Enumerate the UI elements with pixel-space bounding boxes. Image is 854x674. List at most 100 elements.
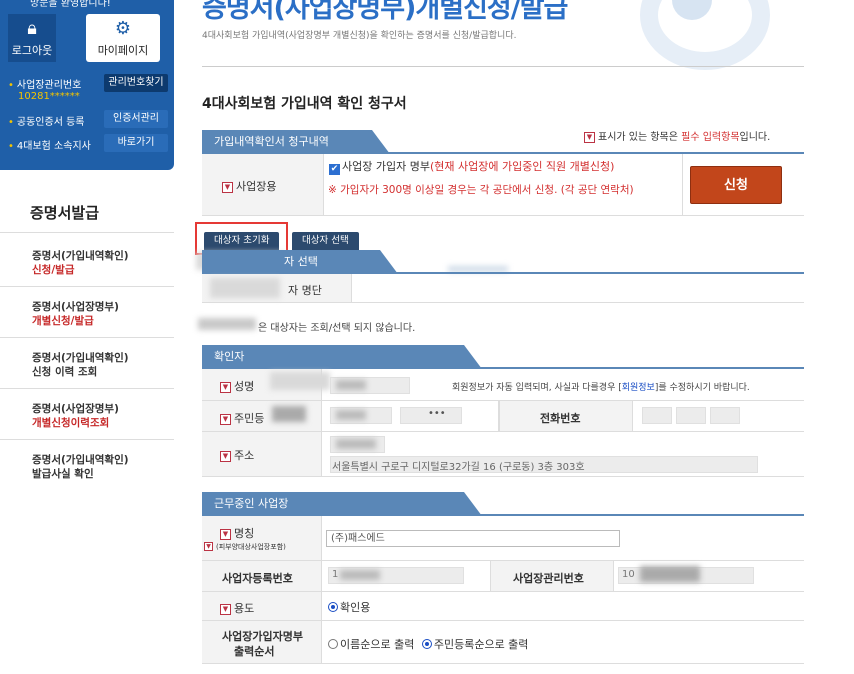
purpose-label-cell: ▼ 용도 (202, 592, 322, 620)
required-note-suffix: 입니다. (739, 132, 771, 143)
menu-item-line1: 증명서(가입내역확인) (32, 454, 129, 466)
name-note-suffix: ]를 수정하시기 바랍니다. (654, 383, 750, 393)
shortcut-button[interactable]: 바로가기 (104, 134, 168, 152)
workplace-no-value: 10281****** (18, 91, 80, 102)
workplace-name-input[interactable]: (주)패스에드 (326, 530, 620, 547)
required-icon: ▼ (220, 604, 231, 615)
mypage-button[interactable]: ⚙ 마이페이지 (86, 14, 160, 62)
confirmer-section-bar: 확인자 (202, 345, 482, 369)
rrn-label-text: 주민등 (234, 412, 265, 425)
large-company-warning: ※ 가입자가 300명 이상일 경우는 각 공단에서 신청. (각 공단 연락처… (328, 184, 634, 196)
menu-divider (0, 439, 174, 440)
find-no-button[interactable]: 관리번호찾기 (104, 74, 168, 92)
output-order-rrn-label: 주민등록순으로 출력 (433, 638, 529, 651)
workplace-name-label-cell: ▼ 명칭 ▼ (피부양대상사업장포함) (202, 516, 322, 560)
address-label: ▼ 주소 (220, 447, 254, 463)
menu-divider (0, 286, 174, 287)
workplace-name-sublabel: ▼ (피부양대상사업장포함) (204, 542, 286, 552)
form-title: 4대사회보험 가입내역 확인 청구서 (202, 96, 407, 112)
radio-unselected-icon[interactable] (328, 639, 338, 649)
logout-label: 로그아웃 (11, 44, 53, 57)
purpose-radio-label: 확인용 (340, 601, 371, 614)
tab-target-select[interactable]: 대상자 선택 (292, 232, 359, 250)
menu-title: 증명서발급 (30, 204, 100, 222)
usage-label: ▼ 사업장용 (222, 178, 276, 194)
member-info-link[interactable]: 회원정보 (622, 383, 655, 393)
menu-item-line2: 개별신청/발급 (32, 315, 94, 327)
checkbox-checked-icon[interactable]: ✔ (329, 164, 340, 175)
header-divider (202, 66, 804, 67)
menu-item-line2: 신청 이력 조회 (32, 366, 98, 378)
menu-item-cert-issue-check[interactable]: 증명서(가입내역확인) 발급사실 확인 (32, 453, 162, 481)
radio-selected-icon[interactable] (421, 639, 432, 649)
required-icon: ▼ (220, 414, 231, 425)
output-order-name-label: 이름순으로 출력 (340, 638, 415, 651)
roster-checkbox-row[interactable]: ✔ 사업장 가입자 명부(현재 사업장에 가입중인 직원 개별신청) (329, 158, 614, 175)
page-subtitle: 4대사회보험 가입내역(사업장명부 개별신청)을 확인하는 증명서를 신청/발급… (202, 31, 517, 41)
required-note-highlight: 필수 입력항목 (681, 132, 740, 143)
page: 방문을 환영합니다! 🔒︎ 로그아웃 ⚙ 마이페이지 • 사업장관리번호 1028… (0, 0, 854, 674)
rrn-label: ▼ 주민등 (220, 410, 264, 426)
menu-item-cert-roster-apply[interactable]: 증명서(사업장명부) 개별신청/발급 (32, 300, 162, 328)
mgmt-no-label: 사업장관리번호 (513, 572, 584, 585)
cert-manage-button[interactable]: 인증서관리 (104, 110, 168, 128)
blurred-region (270, 372, 330, 390)
menu-divider (0, 388, 174, 389)
name-note-prefix: 회원정보가 자동 입력되며, 사실과 다를경우 [ (452, 383, 622, 393)
purpose-label-text: 용도 (234, 602, 255, 615)
name-note: 회원정보가 자동 입력되며, 사실과 다를경우 [회원정보]를 수정하시기 바랍… (452, 380, 750, 393)
branch-label: 4대보험 소속지사 (16, 141, 91, 152)
purpose-label: ▼ 용도 (220, 600, 254, 616)
output-order-rrn-radio[interactable]: 주민등록순으로 출력 (421, 638, 529, 651)
menu-item-line1: 증명서(가입내역확인) (32, 250, 129, 262)
required-note-prefix: 표시가 있는 항목은 (598, 132, 682, 143)
output-order-name-radio[interactable]: 이름순으로 출력 (328, 638, 414, 651)
row-border (202, 215, 804, 216)
phone-field-3 (710, 407, 740, 424)
apply-button[interactable]: 신청 (690, 166, 782, 204)
required-note: ▼ 표시가 있는 항목은 필수 입력항목입니다. (584, 128, 770, 143)
phone-field-2 (676, 407, 706, 424)
menu-item-line1: 증명서(가입내역확인) (32, 352, 129, 364)
workplace-section-label: 근무중인 사업장 (214, 497, 289, 510)
menu-item-cert-join-history[interactable]: 증명서(가입내역확인) 신청 이력 조회 (32, 351, 162, 379)
gear-icon: ⚙ (114, 18, 132, 39)
blurred-region (272, 406, 306, 422)
menu-item-cert-join-apply[interactable]: 증명서(가입내역확인) 신청/발급 (32, 249, 162, 277)
blurred-region (336, 380, 366, 390)
workplace-section-bar: 근무중인 사업장 (202, 492, 482, 516)
blurred-region (340, 570, 380, 580)
required-icon: ▼ (220, 451, 231, 462)
menu-item-line2: 개별신청이력조회 (32, 417, 110, 429)
phone-label-cell: 전화번호 (499, 401, 633, 431)
address-value: 서울특별시 구로구 디지털로32가길 16 (구로동) 3층 303호 (332, 462, 585, 473)
request-section-label: 가입내역확인서 청구내역 (214, 135, 329, 148)
branch-row: • 4대보험 소속지사 (8, 137, 91, 152)
workplace-no-label: 사업장관리번호 (16, 80, 82, 91)
bullet-icon: • (8, 141, 14, 152)
purpose-radio[interactable]: 확인용 (328, 599, 370, 615)
cert-register-row[interactable]: • 공동인증서 등록 (8, 113, 85, 128)
roster-checkbox-note: (현재 사업장에 가입중인 직원 개별신청) (429, 160, 615, 173)
bullet-icon: • (8, 117, 14, 128)
address-label-cell: ▼ 주소 (202, 432, 322, 476)
mypage-label: 마이페이지 (97, 44, 149, 57)
lock-icon: 🔒︎ (27, 18, 37, 39)
bullet-icon: • (8, 80, 14, 91)
phone-label: 전화번호 (540, 412, 581, 425)
workplace-name-label: ▼ 명칭 (220, 525, 254, 541)
welcome-text: 방문을 환영합니다! (30, 0, 111, 9)
radio-selected-icon[interactable] (328, 602, 338, 612)
target-note: 은 대상자는 조회/선택 되지 않습니다. (258, 323, 416, 334)
usage-label-cell: ▼ 사업장용 (202, 154, 324, 215)
logout-button[interactable]: 🔒︎ 로그아웃 (8, 14, 56, 62)
confirmer-section-label: 확인자 (214, 350, 245, 363)
workplace-name-label-text: 명칭 (234, 527, 255, 540)
roster-checkbox-label: 사업장 가입자 명부 (342, 160, 430, 173)
menu-item-cert-roster-history[interactable]: 증명서(사업장명부) 개별신청이력조회 (32, 402, 162, 430)
blurred-region (640, 566, 700, 582)
output-order-label-2: 출력순서 (234, 645, 275, 658)
rrn-masked: ••• (428, 408, 446, 419)
reg-no-label: 사업자등록번호 (222, 572, 293, 585)
blurred-region (336, 410, 366, 420)
